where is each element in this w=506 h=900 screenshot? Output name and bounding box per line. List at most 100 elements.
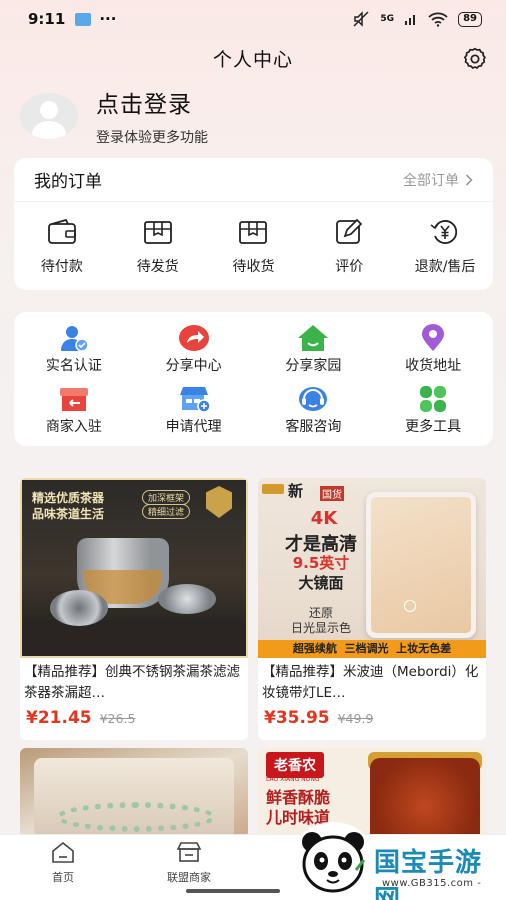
- mirror-shape: [366, 492, 476, 638]
- image-brand-sub: LAO XIANG NONG: [266, 776, 320, 783]
- login-subtitle: 登录体验更多功能: [96, 130, 208, 146]
- site-watermark: 国宝手游网 www.GB315.com -: [286, 822, 506, 900]
- order-refund[interactable]: 退款/售后: [400, 218, 490, 276]
- tool-label: 更多工具: [405, 419, 462, 435]
- tool-more-tools[interactable]: 更多工具: [373, 385, 493, 436]
- watermark-text: 国宝手游网: [374, 848, 483, 900]
- tool-label: 分享中心: [165, 358, 222, 374]
- product-image[interactable]: [20, 748, 248, 838]
- shop-outline-icon: [176, 842, 202, 862]
- nav-bar: 个人中心: [0, 40, 506, 76]
- image-brand: 新: [288, 482, 304, 500]
- tea-board-shape: [22, 620, 246, 656]
- share-icon: [178, 325, 209, 351]
- tool-customer-service[interactable]: 客服咨询: [254, 385, 374, 436]
- box-icon: [143, 221, 172, 244]
- status-bar: 9:11 ··· 5G 89: [0, 0, 506, 38]
- avatar-body-shape: [32, 121, 66, 139]
- agent-store-icon: [179, 387, 210, 413]
- signal-icon: [405, 15, 416, 25]
- tab-label: 联盟商家: [167, 871, 211, 884]
- order-pending-shipment[interactable]: 待发货: [113, 218, 203, 276]
- all-orders-label: 全部订单: [403, 172, 459, 189]
- order-item-label: 待发货: [136, 259, 179, 275]
- tool-label: 实名认证: [45, 358, 102, 374]
- home-indicator: [186, 889, 280, 893]
- image-tag: 加深框架: [142, 490, 191, 505]
- mirror-button-shape: [404, 600, 416, 612]
- product-card[interactable]: 精选优质茶器 品味茶道生活 加深框架 精细过滤 【精品推荐】创典不锈钢茶漏茶滤滤…: [20, 478, 248, 740]
- order-item-label: 退款/售后: [414, 259, 476, 275]
- tool-share-center[interactable]: 分享中心: [134, 324, 254, 375]
- page-title: 个人中心: [212, 48, 293, 71]
- location-icon: [422, 324, 445, 351]
- product-image[interactable]: 精选优质茶器 品味茶道生活 加深框架 精细过滤: [20, 478, 248, 658]
- wallet-icon: [47, 218, 76, 244]
- tool-label: 商家入驻: [45, 419, 102, 435]
- customer-service-icon: [299, 387, 328, 411]
- image-brand-tag: 国货: [320, 486, 344, 501]
- login-text-group: 点击登录 登录体验更多功能: [96, 85, 208, 147]
- product-price-row: ¥21.45 ¥26.5: [20, 706, 248, 730]
- order-review[interactable]: 评价: [304, 218, 394, 276]
- product-image[interactable]: 新 国货 4K 才是高清 9.5英寸 大镜面 还原 日光显示色 超强续航 三档调…: [258, 478, 486, 658]
- orders-header: 我的订单 全部订单: [14, 158, 493, 202]
- tools-grid: 实名认证 分享中心 分享家园 收货地址 商家入驻 申请代理 客服咨询 更多工具: [14, 312, 493, 436]
- status-more-dots: ···: [99, 10, 117, 28]
- product-price: ¥21.45: [26, 708, 92, 728]
- tool-shipping-address[interactable]: 收货地址: [373, 324, 493, 375]
- store-entry-icon: [59, 388, 88, 411]
- order-item-label: 待收货: [232, 259, 275, 275]
- gallery-notification-icon: [75, 12, 92, 26]
- order-item-label: 待付款: [40, 259, 83, 275]
- tool-label: 分享家园: [285, 358, 342, 374]
- status-time: 9:11: [28, 10, 66, 28]
- orders-title: 我的订单: [34, 172, 102, 192]
- tab-home[interactable]: 首页: [0, 835, 126, 900]
- tool-real-name-auth[interactable]: 实名认证: [14, 324, 134, 375]
- brand-logo-icon: [262, 484, 284, 494]
- tab-label: 首页: [52, 871, 74, 884]
- wifi-icon: [428, 12, 448, 27]
- feature-strip: 超强续航 三档调光 上妆无色差: [258, 640, 486, 658]
- battery-level: 89: [458, 11, 482, 27]
- product-price-row: ¥35.95 ¥49.9: [258, 706, 486, 730]
- image-headline: 4K: [310, 508, 338, 529]
- tool-share-home[interactable]: 分享家园: [254, 324, 374, 375]
- tools-card: 实名认证 分享中心 分享家园 收货地址 商家入驻 申请代理 客服咨询 更多工具: [14, 312, 493, 446]
- image-brand: 老香农: [266, 752, 324, 778]
- strainer-stand-shape: [158, 584, 216, 614]
- edit-icon: [336, 218, 363, 244]
- tool-merchant-entry[interactable]: 商家入驻: [14, 385, 134, 436]
- product-card[interactable]: 新 国货 4K 才是高清 9.5英寸 大镜面 还原 日光显示色 超强续航 三档调…: [258, 478, 486, 740]
- login-prompt[interactable]: 点击登录 登录体验更多功能: [20, 86, 208, 146]
- product-price: ¥35.95: [264, 708, 330, 728]
- chevron-right-icon: [465, 173, 473, 186]
- order-pending-payment[interactable]: 待付款: [17, 218, 107, 276]
- product-original-price: ¥26.5: [99, 711, 136, 726]
- watermark-url: www.GB315.com -: [382, 878, 482, 889]
- order-pending-receipt[interactable]: 待收货: [208, 218, 298, 276]
- clover-icon: [420, 386, 447, 412]
- tool-label: 客服咨询: [285, 419, 342, 435]
- order-status-row: 待付款 待发货 待收货 评价 退款/售后: [14, 202, 493, 276]
- settings-gear-icon[interactable]: [462, 46, 488, 72]
- image-text: 大镜面: [298, 574, 344, 592]
- strainer-shape: [50, 590, 108, 626]
- tool-label: 收货地址: [405, 358, 462, 374]
- home-outline-icon: [52, 841, 74, 863]
- product-card[interactable]: [20, 748, 248, 838]
- all-orders-link[interactable]: 全部订单: [403, 170, 473, 190]
- tool-apply-agent[interactable]: 申请代理: [134, 385, 254, 436]
- image-tag: 精细过滤: [142, 504, 191, 519]
- home-icon: [298, 325, 329, 351]
- avatar[interactable]: [20, 93, 78, 139]
- image-headline: 精选优质茶器 品味茶道生活: [32, 491, 105, 521]
- package-icon: [239, 221, 268, 244]
- tool-label: 申请代理: [165, 419, 222, 435]
- avatar-head-shape: [40, 101, 58, 119]
- login-title[interactable]: 点击登录: [96, 85, 208, 119]
- panda-logo-icon: [302, 832, 366, 893]
- orders-card: 我的订单 全部订单 待付款 待发货 待收货 评价 退款/售后: [14, 158, 493, 290]
- image-size-text: 9.5英寸: [292, 554, 350, 572]
